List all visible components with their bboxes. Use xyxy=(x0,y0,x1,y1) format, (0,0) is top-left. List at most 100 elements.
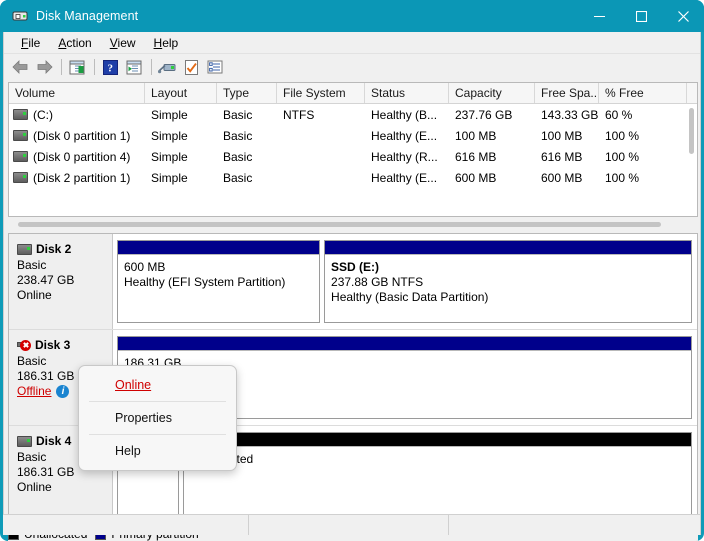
disk-name: Disk 3 xyxy=(35,338,71,352)
cell-filesystem: NTFS xyxy=(283,107,315,122)
disk-type: Basic xyxy=(17,258,47,272)
partition-size: 237.88 GB NTFS xyxy=(331,275,424,289)
cell-capacity: 237.76 GB xyxy=(455,107,513,122)
column-header-free-spa[interactable]: Free Spa... xyxy=(535,83,599,103)
volume-label: (Disk 2 partition 1) xyxy=(33,170,131,185)
volume-row[interactable]: (Disk 0 partition 4) Simple Basic Healthy (… xyxy=(9,146,697,167)
context-menu-item-help[interactable]: Help xyxy=(79,436,236,466)
disk-name: Disk 4 xyxy=(36,434,72,448)
volume-list-rows: (C:) Simple Basic NTFS Healthy (B... 237.76 G… xyxy=(9,104,697,188)
cell-layout: Simple xyxy=(151,107,188,122)
column-header-layout[interactable]: Layout xyxy=(145,83,217,103)
minimize-button[interactable] xyxy=(578,0,620,32)
partition-status: Healthy (Basic Data Partition) xyxy=(331,290,489,304)
cell-free: 600 MB xyxy=(541,170,583,185)
column-header-type[interactable]: Type xyxy=(217,83,277,103)
partition-color-bar xyxy=(183,433,691,446)
cell-layout: Simple xyxy=(151,149,188,164)
context-menu-item-online[interactable]: Online xyxy=(79,370,236,400)
partition[interactable]: 600 MB Healthy (EFI System Partition) xyxy=(117,240,321,323)
cell-pctfree: 60 % xyxy=(605,107,633,122)
help-icon[interactable]: ? xyxy=(99,56,121,78)
status-bar xyxy=(3,514,701,535)
volume-list-hscroll-thumb[interactable] xyxy=(18,222,661,227)
disk-management-window: Disk Management File Action View Help ? … xyxy=(0,0,704,541)
column-header-file-system[interactable]: File System xyxy=(277,83,365,103)
partition-body: Unallocated xyxy=(183,446,691,514)
volume-row[interactable]: (Disk 2 partition 1) Simple Basic Healthy (… xyxy=(9,167,697,188)
drive-icon xyxy=(13,151,28,162)
disk-info-disk-2[interactable]: Disk 2 Basic 238.47 GB Online xyxy=(9,234,113,329)
window-title: Disk Management xyxy=(36,9,139,23)
volume-label: (C:) xyxy=(33,107,53,122)
cell-status: Healthy (B... xyxy=(371,107,438,122)
column-header-volume[interactable]: Volume xyxy=(9,83,145,103)
back-icon[interactable] xyxy=(9,56,31,78)
cell-free: 143.33 GB xyxy=(541,107,599,122)
cell-type: Basic xyxy=(223,128,253,143)
disk-meta: Basic 238.47 GB Online xyxy=(17,258,112,303)
partition-body: SSD (E:) 237.88 GB NTFS Healthy (Basic Dat… xyxy=(325,254,691,322)
context-menu-item-properties[interactable]: Properties xyxy=(79,403,236,433)
menu-separator xyxy=(89,401,226,402)
disk-row[interactable]: Disk 2 Basic 238.47 GB Online 600 MB Healthy … xyxy=(9,234,697,330)
cell-status: Healthy (R... xyxy=(371,149,438,164)
properties-window-icon[interactable] xyxy=(123,56,145,78)
volume-list-scrollbar[interactable] xyxy=(686,104,697,216)
volume-list-header: Volume Layout Type File System Status Capacit… xyxy=(9,83,697,104)
partition-size: 600 MB xyxy=(124,260,166,274)
cell-pctfree: 100 % xyxy=(605,128,640,143)
cell-volume: (Disk 0 partition 1) xyxy=(9,129,145,143)
menu-file[interactable]: File xyxy=(12,34,49,52)
forward-icon[interactable] xyxy=(33,56,55,78)
menu-view[interactable]: View xyxy=(101,34,145,52)
list-view-icon[interactable] xyxy=(204,56,226,78)
volume-row[interactable]: (C:) Simple Basic NTFS Healthy (B... 237.76 G… xyxy=(9,104,697,125)
partition-body: 600 MB Healthy (EFI System Partition) xyxy=(118,254,320,322)
menu-action[interactable]: Action xyxy=(49,34,100,52)
cell-free: 100 MB xyxy=(541,128,583,143)
column-header-capacity[interactable]: Capacity xyxy=(449,83,535,103)
rescan-disks-icon[interactable] xyxy=(156,56,178,78)
partition-size: Unallocated xyxy=(190,452,685,467)
cell-layout: Simple xyxy=(151,170,188,185)
disk-title: Disk 2 xyxy=(17,242,112,256)
menu-help[interactable]: Help xyxy=(145,34,188,52)
drive-icon xyxy=(13,130,28,141)
drive-icon xyxy=(13,172,28,183)
partition[interactable]: SSD (E:) 237.88 GB NTFS Healthy (Basic Dat… xyxy=(324,240,692,323)
disk-context-menu[interactable]: Online Properties Help xyxy=(78,365,237,471)
cell-free: 616 MB xyxy=(541,149,583,164)
cell-capacity: 100 MB xyxy=(455,128,497,143)
toolbar: ? xyxy=(4,54,700,80)
partition-color-bar xyxy=(118,337,691,350)
show-hide-console-tree-icon[interactable] xyxy=(66,56,88,78)
cell-volume: (Disk 2 partition 1) xyxy=(9,171,145,185)
volume-list-scroll-thumb[interactable] xyxy=(689,108,694,154)
status-pane-1 xyxy=(3,515,249,535)
status-pane-2 xyxy=(249,515,449,535)
column-header-status[interactable]: Status xyxy=(365,83,449,103)
disk-status[interactable]: Online xyxy=(17,288,112,303)
disk-status-text[interactable]: Offline xyxy=(17,384,51,399)
partition[interactable]: Unallocated xyxy=(182,432,692,515)
close-button[interactable] xyxy=(662,0,704,32)
partition-color-bar xyxy=(325,241,691,254)
menu-separator xyxy=(89,434,226,435)
partition-color-bar xyxy=(118,241,320,254)
disk-drive-icon xyxy=(17,243,32,255)
disk-error-icon xyxy=(17,339,31,351)
disk-drive-icon xyxy=(17,435,32,447)
disk-status[interactable]: Online xyxy=(17,480,112,495)
cell-pctfree: 100 % xyxy=(605,149,640,164)
volume-list[interactable]: Volume Layout Type File System Status Capacit… xyxy=(8,82,698,217)
info-icon[interactable]: i xyxy=(56,385,70,399)
disk-drive-icon xyxy=(12,8,28,24)
check-icon[interactable] xyxy=(180,56,202,78)
maximize-button[interactable] xyxy=(620,0,662,32)
window-controls xyxy=(578,0,704,32)
volume-row[interactable]: (Disk 0 partition 1) Simple Basic Healthy (… xyxy=(9,125,697,146)
column-header--free[interactable]: % Free xyxy=(599,83,687,103)
partition-status: Healthy (EFI System Partition) xyxy=(124,275,286,289)
cell-capacity: 600 MB xyxy=(455,170,497,185)
